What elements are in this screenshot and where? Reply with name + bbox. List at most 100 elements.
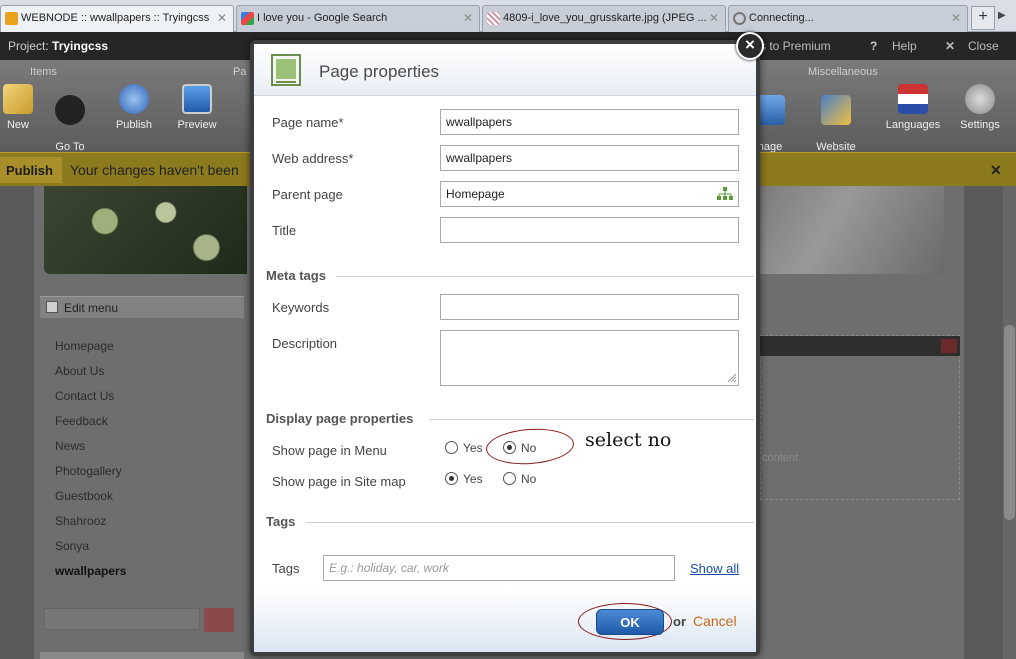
preview-button[interactable]: Preview xyxy=(167,84,227,131)
new-tab-label: + xyxy=(978,8,988,25)
nav-item[interactable]: Guestbook xyxy=(55,488,245,513)
dialog-close-icon[interactable]: × xyxy=(736,32,764,60)
resize-grip-icon[interactable] xyxy=(727,373,737,383)
parent-page-value: Homepage xyxy=(446,187,505,201)
panel-close-icon[interactable] xyxy=(941,339,957,353)
page-name-label: Page name* xyxy=(272,115,344,130)
parent-page-select[interactable]: Homepage xyxy=(440,181,739,207)
footprint-icon xyxy=(55,95,85,125)
new-tab-button[interactable]: + xyxy=(971,6,995,30)
background-nav-menu: Homepage About Us Contact Us Feedback Ne… xyxy=(55,338,245,588)
dialog-close-glyph: × xyxy=(745,35,755,54)
close-tab-icon[interactable]: ✕ xyxy=(463,11,473,25)
sitemap-no-label[interactable]: No xyxy=(521,472,536,486)
publish-button[interactable]: Publish xyxy=(0,157,62,183)
close-tab-icon[interactable]: ✕ xyxy=(709,11,719,25)
tags-label: Tags xyxy=(272,561,300,576)
loading-spinner-icon xyxy=(733,12,746,25)
browser-tab-image[interactable]: 4809-i_love_you_grusskarte.jpg (JPEG ...… xyxy=(482,5,726,32)
keywords-input[interactable] xyxy=(440,294,739,320)
template-icon xyxy=(821,95,851,125)
tab-scroll-arrow-icon[interactable]: ▶ xyxy=(998,10,1006,21)
close-tab-icon[interactable]: ✕ xyxy=(217,11,227,25)
browser-tab-bar: WEBNODE :: wwallpapers :: Tryingcss ✕ I … xyxy=(0,0,1016,32)
background-search-button[interactable] xyxy=(204,608,234,632)
menu-yes-label[interactable]: Yes xyxy=(463,441,483,455)
description-label: Description xyxy=(272,336,338,351)
google-favicon-icon xyxy=(241,12,254,25)
page-scrollbar-thumb[interactable] xyxy=(1004,325,1015,520)
close-link[interactable]: Close xyxy=(968,39,999,53)
dialog-title: Page properties xyxy=(319,62,440,81)
web-address-input[interactable]: wwallpapers xyxy=(440,145,739,171)
background-footer-bar xyxy=(40,652,244,659)
page-name-input[interactable]: wwallpapers xyxy=(440,109,739,135)
upgrade-premium-link[interactable]: s to Premium xyxy=(760,39,831,53)
page-properties-icon xyxy=(271,54,301,86)
sitemap-no-radio[interactable] xyxy=(503,472,516,485)
close-notice-icon[interactable]: ✕ xyxy=(990,162,1002,179)
tab-title: WEBNODE :: wwallpapers :: Tryingcss xyxy=(21,12,210,24)
nav-item[interactable]: Shahrooz xyxy=(55,513,245,538)
nav-item[interactable]: Photogallery xyxy=(55,463,245,488)
title-label: Title xyxy=(272,223,297,238)
nav-item[interactable]: Sonya xyxy=(55,538,245,563)
tab-title: 4809-i_love_you_grusskarte.jpg (JPEG ... xyxy=(503,12,707,24)
tab-title: I love you - Google Search xyxy=(257,12,388,24)
nav-item[interactable]: News xyxy=(55,438,245,463)
footer-or-text: or xyxy=(673,614,686,629)
show-in-sitemap-label: Show page in Site map xyxy=(272,474,406,489)
nav-item[interactable]: Homepage xyxy=(55,338,245,363)
preview-label: Preview xyxy=(177,119,217,131)
toolbar-group-misc: Miscellaneous xyxy=(808,66,878,78)
languages-label: Languages xyxy=(885,119,941,131)
close-x-icon[interactable]: ✕ xyxy=(945,39,955,53)
description-textarea[interactable] xyxy=(440,330,739,386)
publish-toolbar-button[interactable]: Publish xyxy=(104,84,164,131)
settings-label: Settings xyxy=(960,119,1000,131)
title-input[interactable] xyxy=(440,217,739,243)
nav-item-current[interactable]: wwallpapers xyxy=(55,563,245,588)
cancel-link[interactable]: Cancel xyxy=(693,613,737,629)
project-label: Project: Tryingcss xyxy=(8,39,108,53)
tab-title: Connecting... xyxy=(749,12,814,24)
edit-menu-bar[interactable]: Edit menu xyxy=(40,296,244,318)
browser-tab-webnode[interactable]: WEBNODE :: wwallpapers :: Tryingcss ✕ xyxy=(0,5,234,32)
tags-input[interactable]: E.g.: holiday, car, work xyxy=(323,555,675,581)
edit-menu-icon xyxy=(46,301,58,313)
background-panel-header xyxy=(760,336,960,356)
show-all-link[interactable]: Show all xyxy=(690,561,739,576)
ok-button[interactable]: OK xyxy=(596,609,664,635)
publish-message: Your changes haven't been xyxy=(70,162,239,178)
project-name: Tryingcss xyxy=(52,39,109,53)
background-content-panel xyxy=(760,335,960,500)
toolbar-group-items: Items xyxy=(30,66,57,78)
web-address-label-text: Web address xyxy=(272,151,349,166)
publish-label: Publish xyxy=(115,119,153,131)
sitemap-yes-radio[interactable] xyxy=(445,472,458,485)
browser-tab-google[interactable]: I love you - Google Search ✕ xyxy=(236,5,480,32)
tags-divider xyxy=(306,522,754,523)
wrench-icon xyxy=(965,84,995,114)
new-label: New xyxy=(6,119,29,131)
menu-yes-radio[interactable] xyxy=(445,441,458,454)
annotation-select-no: select no xyxy=(585,429,672,451)
nav-item[interactable]: Contact Us xyxy=(55,388,245,413)
close-tab-icon[interactable]: ✕ xyxy=(951,11,961,25)
flag-icon xyxy=(898,84,928,114)
display-properties-divider xyxy=(430,419,754,420)
nav-item[interactable]: Feedback xyxy=(55,413,245,438)
toolbar-group-pa: Pa xyxy=(233,66,247,78)
languages-button[interactable]: Languages xyxy=(883,84,943,131)
browser-tab-connecting[interactable]: Connecting... ✕ xyxy=(728,5,968,32)
dialog-header: Page properties xyxy=(254,44,756,96)
background-search-input[interactable] xyxy=(44,608,200,630)
help-link[interactable]: Help xyxy=(892,39,917,53)
help-icon[interactable]: ? xyxy=(870,39,877,53)
nav-item[interactable]: About Us xyxy=(55,363,245,388)
monitor-icon xyxy=(182,84,212,114)
settings-button[interactable]: Settings xyxy=(950,84,1010,131)
sitemap-tree-icon[interactable] xyxy=(717,187,733,201)
parent-page-label: Parent page xyxy=(272,187,343,202)
sitemap-yes-label[interactable]: Yes xyxy=(463,472,483,486)
